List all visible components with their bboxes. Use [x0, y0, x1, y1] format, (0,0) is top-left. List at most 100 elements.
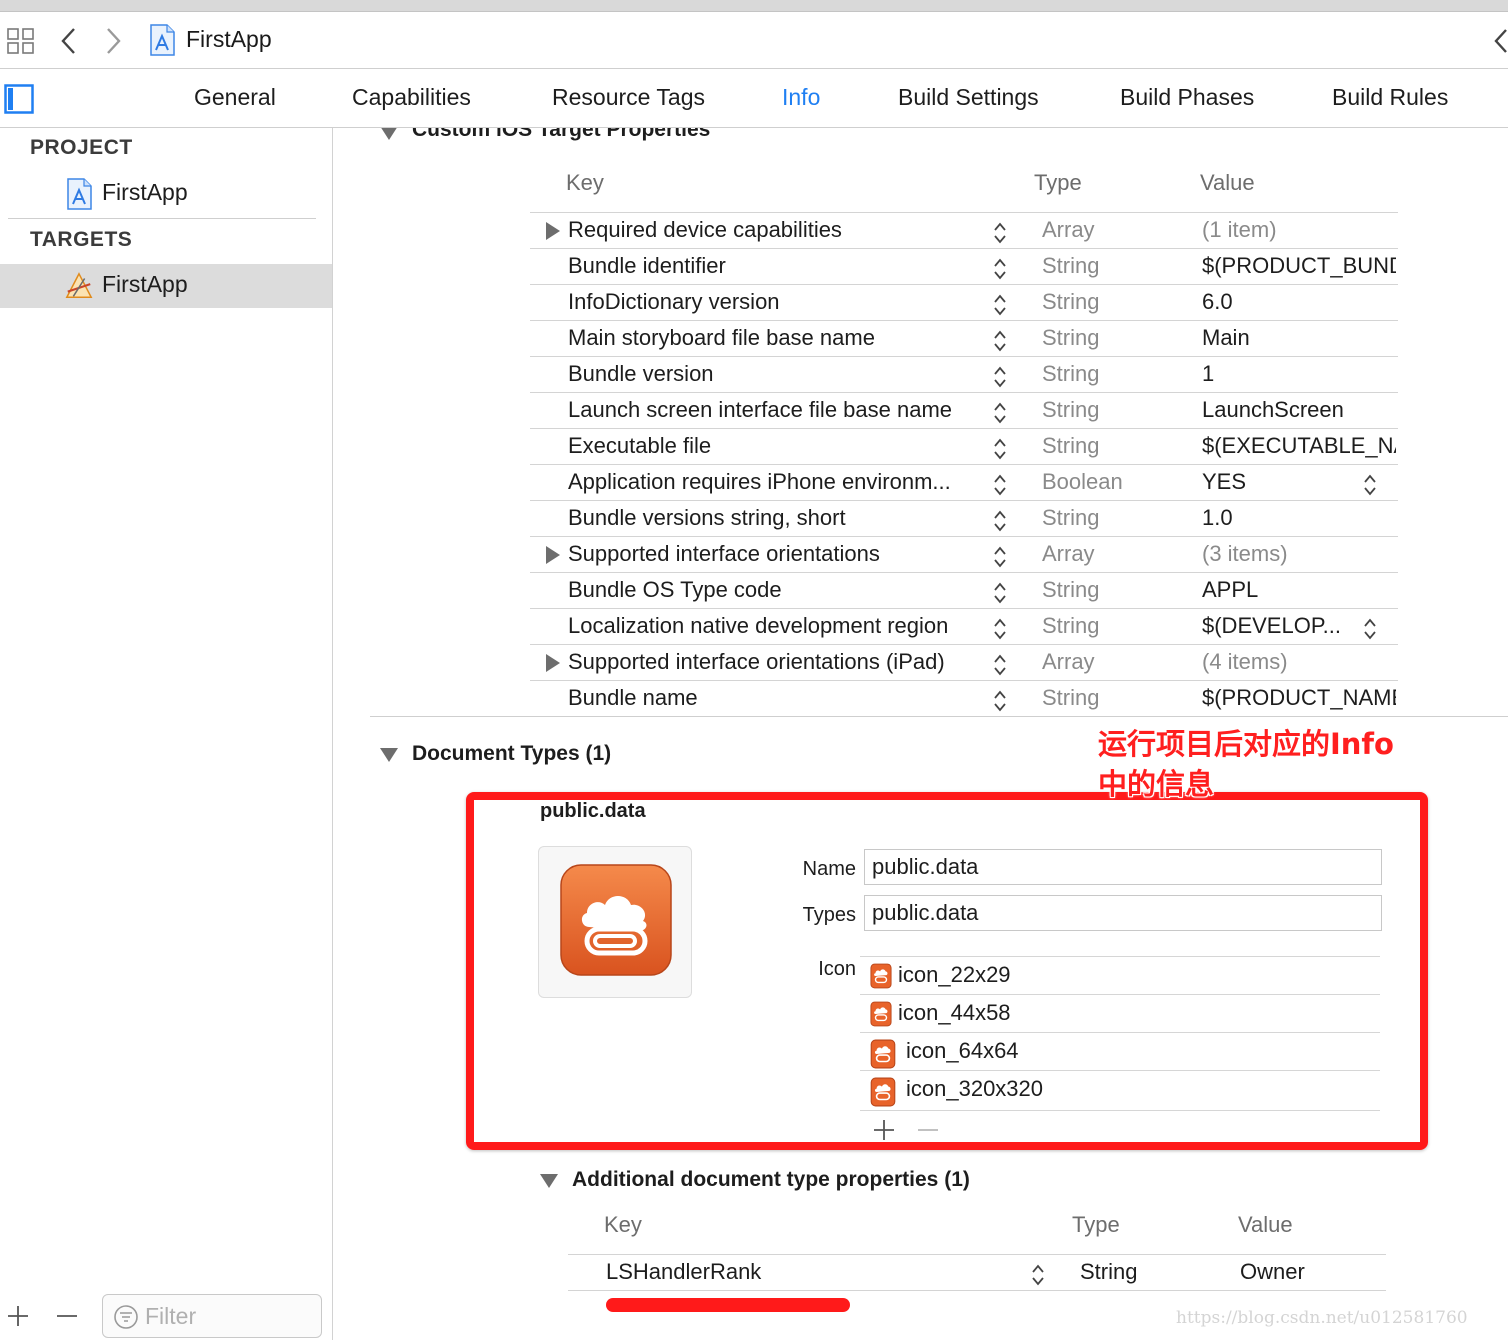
grid-icon[interactable] [6, 26, 36, 56]
tab-resource-tags[interactable]: Resource Tags [552, 84, 705, 111]
row-type: Array [1042, 649, 1095, 674]
stepper-chevrons-icon[interactable] [992, 652, 1008, 678]
stepper-chevrons-icon[interactable] [992, 508, 1008, 534]
targets-header: TARGETS [30, 228, 133, 251]
list-item[interactable]: icon_44x58 [860, 994, 1380, 1032]
row-type: String [1042, 685, 1100, 710]
chevron-left-icon[interactable] [56, 24, 82, 58]
app-project-file-icon [150, 24, 175, 56]
minus-icon[interactable] [55, 1304, 79, 1328]
table-row[interactable]: InfoDictionary version String 6.0 [530, 284, 1398, 320]
disclosure-triangle-icon[interactable] [380, 748, 398, 762]
row-key: Bundle version [568, 361, 714, 386]
column-header-value: Value [1238, 1212, 1293, 1237]
disclosure-triangle-icon[interactable] [380, 128, 398, 140]
types-field[interactable] [864, 895, 1382, 931]
stepper-chevrons-icon[interactable] [1362, 472, 1378, 498]
tab-build-settings[interactable]: Build Settings [898, 84, 1039, 111]
list-item[interactable]: icon_320x320 [860, 1070, 1380, 1108]
column-header-key: Key [566, 170, 604, 195]
sidebar-item-project[interactable]: FirstApp [0, 172, 332, 216]
table-row[interactable]: Bundle version String 1 [530, 356, 1398, 392]
stepper-chevrons-icon[interactable] [992, 544, 1008, 570]
stepper-chevrons-icon[interactable] [992, 220, 1008, 246]
list-item[interactable]: icon_64x64 [860, 1032, 1380, 1070]
row-value[interactable]: APPL [1202, 577, 1396, 603]
table-row[interactable]: Bundle name String $(PRODUCT_NAME) [530, 680, 1398, 716]
cloud-document-icon [870, 1077, 896, 1107]
table-row[interactable]: Application requires iPhone environm... B… [530, 464, 1398, 500]
stepper-chevrons-icon[interactable] [992, 292, 1008, 318]
stepper-chevrons-icon[interactable] [992, 616, 1008, 642]
list-item[interactable]: icon_22x29 [860, 956, 1380, 994]
stepper-chevrons-icon[interactable] [1030, 1262, 1046, 1288]
table-row[interactable]: Bundle identifier String $(PRODUCT_BUNDLE_… [530, 248, 1398, 284]
sidebar-toggle-icon[interactable] [4, 84, 34, 114]
row-key: Launch screen interface file base name [568, 397, 953, 422]
table-row[interactable]: Bundle OS Type code String APPL [530, 572, 1398, 608]
tab-build-phases[interactable]: Build Phases [1120, 84, 1254, 111]
disclosure-triangle-icon[interactable] [540, 1174, 558, 1188]
stepper-chevrons-icon[interactable] [992, 364, 1008, 390]
stepper-chevrons-icon[interactable] [992, 328, 1008, 354]
sidebar-item-label: FirstApp [102, 179, 188, 205]
tab-info[interactable]: Info [782, 84, 820, 111]
tab-build-rules[interactable]: Build Rules [1332, 84, 1448, 111]
disclosure-triangle-icon[interactable] [546, 222, 560, 240]
stepper-chevrons-icon[interactable] [992, 400, 1008, 426]
tab-capabilities[interactable]: Capabilities [352, 84, 471, 111]
document-icon-well[interactable] [538, 846, 692, 998]
row-value[interactable]: $(PRODUCT_BUNDLE_IDENTIFIER) [1202, 253, 1396, 279]
row-value[interactable]: Main [1202, 325, 1396, 351]
row-value[interactable]: $(EXECUTABLE_NAME) [1202, 433, 1396, 459]
row-value[interactable]: 6.0 [1202, 289, 1396, 315]
disclosure-triangle-icon[interactable] [546, 546, 560, 564]
plus-icon[interactable] [6, 1304, 30, 1328]
table-row[interactable]: Executable file String $(EXECUTABLE_NAME) [530, 428, 1398, 464]
app-target-icon [65, 272, 93, 298]
table-row[interactable]: Supported interface orientations (iPad) A… [530, 644, 1398, 680]
table-row[interactable]: Supported interface orientations Array (3 … [530, 536, 1398, 572]
row-value[interactable]: LaunchScreen [1202, 397, 1396, 423]
tab-general[interactable]: General [194, 84, 276, 111]
stepper-chevrons-icon[interactable] [992, 256, 1008, 282]
document-types-title: Document Types (1) [412, 742, 612, 765]
chevron-left-icon[interactable] [1490, 26, 1508, 56]
column-header-type: Type [1034, 170, 1082, 195]
table-row[interactable]: Launch screen interface file base name St… [530, 392, 1398, 428]
table-row[interactable]: Localization native development region St… [530, 608, 1398, 644]
row-type: String [1042, 397, 1100, 422]
row-type: String [1042, 613, 1100, 638]
row-value[interactable]: (3 items) [1202, 541, 1396, 567]
icon-file-name: icon_44x58 [898, 1000, 1011, 1025]
table-row[interactable]: Required device capabilities Array (1 item… [530, 212, 1398, 248]
stepper-chevrons-icon[interactable] [992, 436, 1008, 462]
row-value[interactable]: 1.0 [1202, 505, 1396, 531]
row-value[interactable]: (4 items) [1202, 649, 1396, 675]
filter-input[interactable] [145, 1301, 315, 1331]
table-row[interactable]: LSHandlerRank String Owner [568, 1254, 1386, 1290]
stepper-chevrons-icon[interactable] [992, 472, 1008, 498]
row-key: InfoDictionary version [568, 289, 780, 314]
row-key: LSHandlerRank [606, 1259, 762, 1284]
row-type: String [1042, 433, 1100, 458]
sidebar-item-target[interactable]: FirstApp [0, 264, 332, 308]
filter-field[interactable] [102, 1294, 322, 1338]
chevron-right-icon[interactable] [100, 24, 126, 58]
table-row[interactable]: Bundle versions string, short String 1.0 [530, 500, 1398, 536]
row-value[interactable]: (1 item) [1202, 217, 1396, 243]
stepper-chevrons-icon[interactable] [992, 580, 1008, 606]
watermark: https://blog.csdn.net/u012581760 [1176, 1308, 1468, 1328]
plus-icon[interactable] [872, 1118, 896, 1142]
row-value[interactable]: 1 [1202, 361, 1396, 387]
name-field[interactable] [864, 849, 1382, 885]
disclosure-triangle-icon[interactable] [546, 654, 560, 672]
toolbar: FirstApp [0, 12, 1508, 69]
row-type: String [1080, 1259, 1138, 1284]
stepper-chevrons-icon[interactable] [1362, 616, 1378, 642]
stepper-chevrons-icon[interactable] [992, 688, 1008, 714]
row-value[interactable]: $(PRODUCT_NAME) [1202, 685, 1396, 711]
window-title: FirstApp [186, 26, 272, 52]
minus-icon[interactable] [916, 1118, 940, 1142]
table-row[interactable]: Main storyboard file base name String Main [530, 320, 1398, 356]
